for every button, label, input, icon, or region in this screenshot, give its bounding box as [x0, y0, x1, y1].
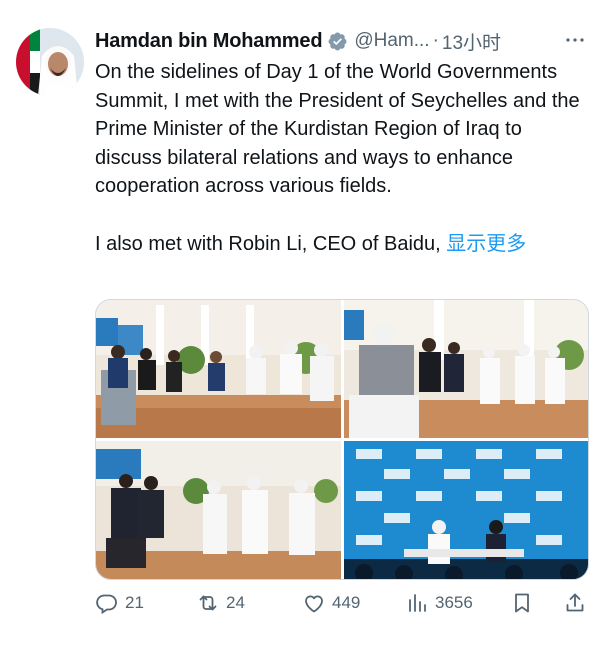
tweet-header: Hamdan bin Mohammed @Ham... · 13小时	[95, 27, 587, 55]
reply-icon	[96, 594, 117, 615]
bookmark-icon	[515, 593, 529, 613]
share-button[interactable]	[563, 590, 587, 616]
tweet-paragraph-2-text: I also met with Robin Li, CEO of Baidu,	[95, 232, 447, 255]
like-icon	[305, 595, 323, 613]
meeting-photo-3[interactable]	[96, 441, 341, 579]
avatar[interactable]	[16, 28, 84, 96]
like-count: 449	[332, 593, 361, 612]
timestamp[interactable]: 13小时	[442, 28, 501, 55]
retweet-button[interactable]: 24	[196, 590, 245, 616]
media-grid	[95, 299, 589, 580]
meeting-photo-1[interactable]	[96, 300, 341, 438]
tweet-text: On the sidelines of Day 1 of the World G…	[95, 58, 590, 258]
reply-count: 21	[125, 593, 144, 612]
bookmark-button[interactable]	[510, 590, 534, 616]
show-more-link[interactable]: 显示更多	[446, 233, 526, 255]
author-handle[interactable]: @Ham...	[354, 30, 429, 52]
like-button[interactable]: 449	[302, 590, 360, 616]
separator-dot: ·	[432, 30, 439, 51]
verified-badge-icon	[327, 31, 348, 52]
views-count: 3656	[435, 593, 473, 612]
meeting-photo-2[interactable]	[344, 300, 588, 438]
meeting-photo-4[interactable]	[344, 441, 588, 579]
share-icon	[566, 593, 584, 612]
reply-button[interactable]: 21	[95, 590, 144, 616]
author-name[interactable]: Hamdan bin Mohammed	[95, 30, 323, 53]
tweet-paragraph-2: I also met with Robin Li, CEO of Baidu, …	[95, 230, 590, 259]
more-options-icon[interactable]	[563, 28, 587, 52]
views-button[interactable]: 3656	[405, 590, 473, 616]
avatar-image	[16, 28, 84, 96]
retweet-count: 24	[226, 593, 245, 612]
retweet-icon	[199, 595, 217, 611]
tweet-card[interactable]: Hamdan bin Mohammed @Ham... · 13小时 On th…	[0, 0, 601, 649]
tweet-paragraph-1: On the sidelines of Day 1 of the World G…	[95, 61, 580, 198]
views-icon	[409, 594, 426, 612]
action-bar: 21 24 449 3656	[95, 590, 589, 616]
